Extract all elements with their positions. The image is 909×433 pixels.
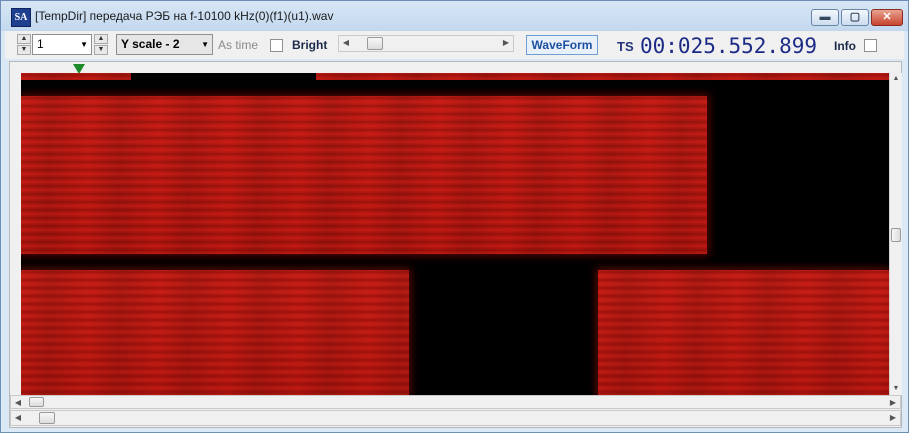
hscroll-thumb[interactable]: [29, 397, 44, 407]
app-window: SA [TempDir] передача РЭБ на f-10100 kHz…: [0, 0, 909, 433]
signal-band: [598, 270, 889, 395]
yscale-value: Y scale - 2: [121, 37, 180, 51]
spectrogram-hscrollbar[interactable]: ◀ ▶: [10, 395, 901, 409]
toolbar: ▲ ▼ 1 ▼ ▲ ▼ Y scale - 2 ▼ As time Bright…: [5, 31, 904, 59]
spin-up-icon[interactable]: ▲: [17, 34, 31, 44]
spin-down-icon[interactable]: ▼: [94, 45, 108, 55]
spectrogram-panel: ▲ ▼ ◀ ▶ ◀ ▶: [9, 61, 902, 428]
info-checkbox[interactable]: [864, 39, 877, 52]
hscroll-thumb[interactable]: [39, 412, 55, 424]
chevron-down-icon[interactable]: ▼: [80, 35, 88, 54]
vertical-scroll-thumb[interactable]: [891, 228, 901, 242]
scroll-down-icon[interactable]: ▼: [890, 383, 902, 395]
spin-up-icon[interactable]: ▲: [94, 34, 108, 44]
signal-band: [316, 73, 889, 80]
yscale-select[interactable]: Y scale - 2 ▼: [116, 34, 213, 55]
signal-band: [21, 73, 131, 80]
scroll-right-icon[interactable]: ▶: [886, 411, 900, 425]
window-title: [TempDir] передача РЭБ на f-10100 kHz(0)…: [35, 9, 334, 23]
channel-value: 1: [37, 37, 44, 51]
file-hscrollbar[interactable]: ◀ ▶: [10, 410, 901, 426]
maximize-icon: ▢: [849, 11, 861, 23]
channel-spinner-right[interactable]: ▲ ▼: [94, 34, 112, 55]
scroll-left-icon[interactable]: ◀: [11, 396, 25, 408]
maximize-button[interactable]: ▢: [841, 9, 869, 26]
minimize-icon: ▬: [819, 11, 831, 23]
channel-select[interactable]: 1 ▼: [32, 34, 92, 55]
scroll-up-icon[interactable]: ▲: [890, 73, 902, 85]
info-label: Info: [834, 39, 856, 53]
scroll-left-icon[interactable]: ◀: [339, 36, 353, 51]
bright-label: Bright: [292, 38, 328, 52]
bright-checkbox[interactable]: [270, 39, 283, 52]
ts-label: TS: [617, 39, 634, 54]
spin-down-icon[interactable]: ▼: [17, 45, 31, 55]
close-button[interactable]: ✕: [871, 9, 903, 26]
app-logo-icon: SA: [11, 8, 31, 27]
signal-band: [21, 270, 409, 395]
brightness-slider[interactable]: ◀ ▶: [338, 35, 514, 52]
signal-band: [21, 96, 707, 254]
vertical-scrollbar[interactable]: ▲ ▼: [889, 73, 902, 395]
minimize-button[interactable]: ▬: [811, 9, 839, 26]
scroll-right-icon[interactable]: ▶: [886, 396, 900, 408]
scroll-right-icon[interactable]: ▶: [499, 36, 513, 51]
waveform-button[interactable]: WaveForm: [526, 35, 598, 55]
scroll-left-icon[interactable]: ◀: [11, 411, 25, 425]
close-icon: ✕: [882, 11, 892, 23]
slider-thumb[interactable]: [367, 37, 383, 50]
timestamp-display: 00:025.552.899: [640, 34, 818, 58]
spectrogram-view[interactable]: [21, 73, 889, 395]
as-time-label: As time: [218, 38, 259, 52]
chevron-down-icon[interactable]: ▼: [201, 35, 209, 54]
title-bar[interactable]: SA [TempDir] передача РЭБ на f-10100 kHz…: [1, 1, 908, 31]
